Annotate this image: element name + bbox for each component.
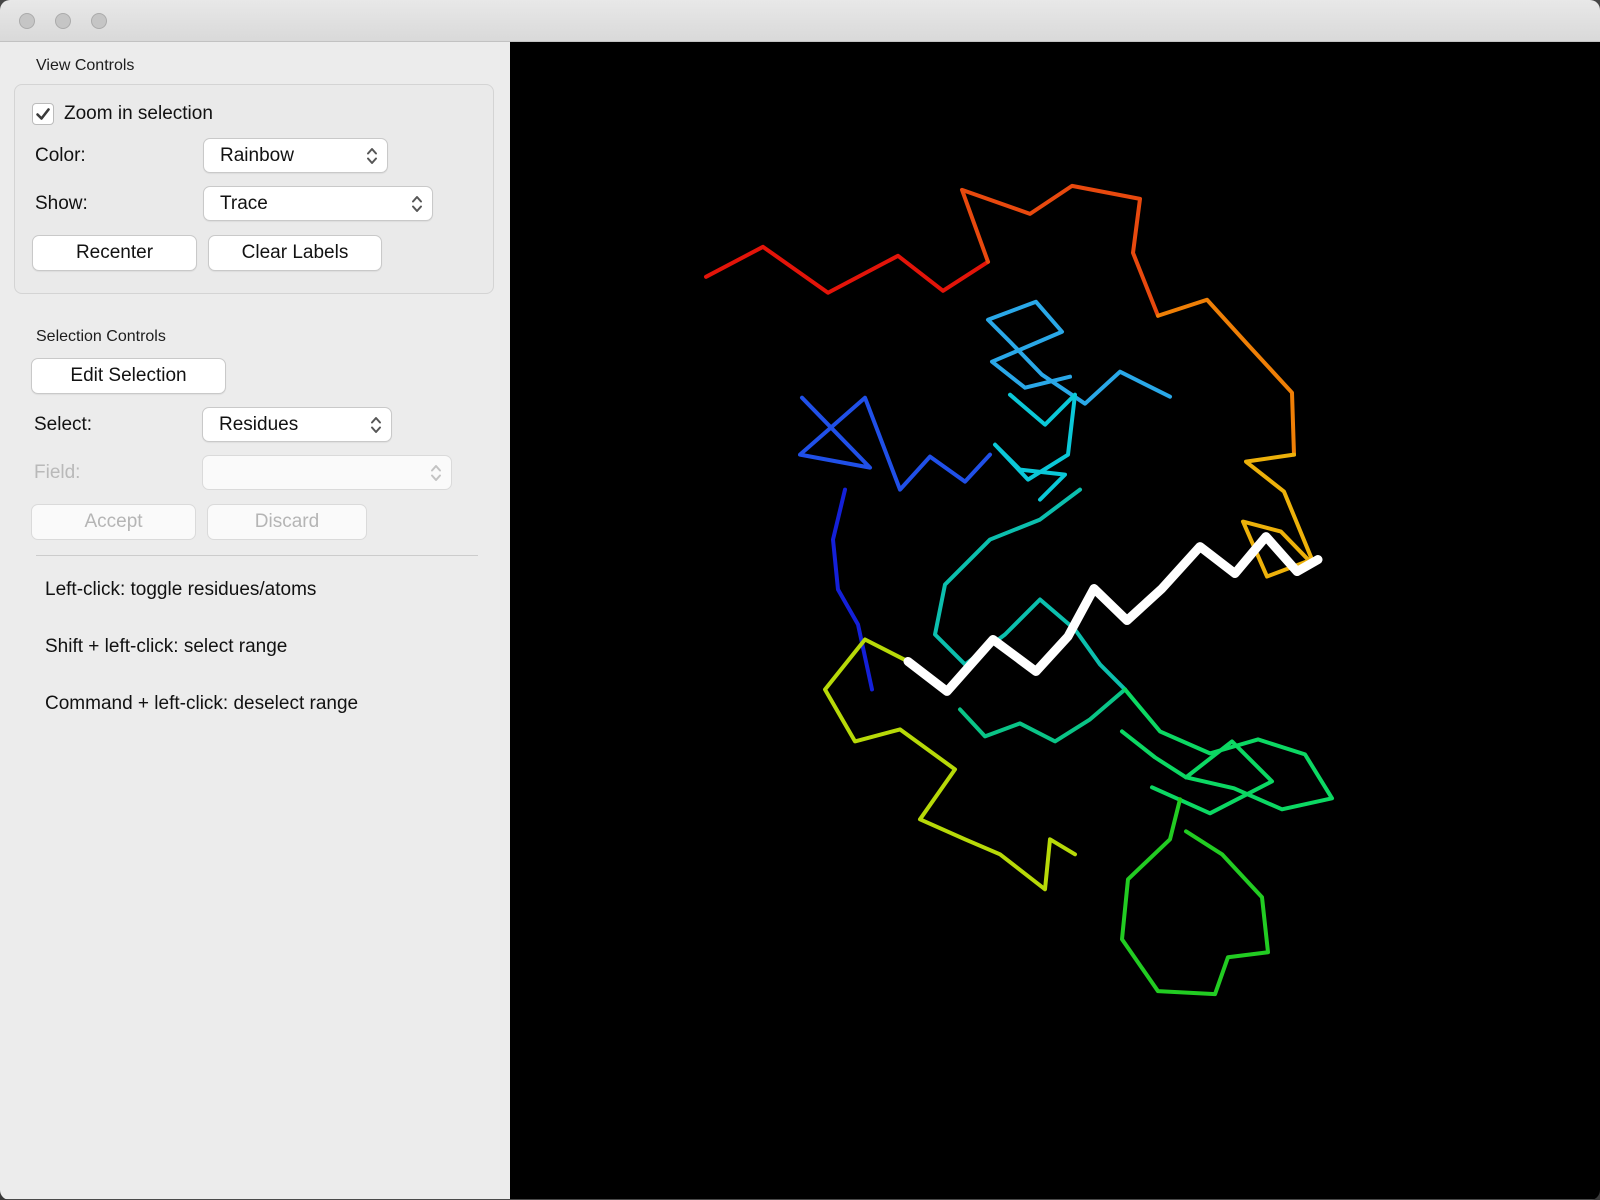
select-label: Select: [34, 413, 93, 435]
select-dropdown-value: Residues [219, 413, 299, 435]
trace-segment-blue [798, 395, 992, 492]
close-button[interactable] [19, 12, 35, 29]
help-line-left-click: Left-click: toggle residues/atoms [45, 579, 317, 600]
divider [36, 555, 478, 556]
zoom-button[interactable] [91, 12, 107, 29]
app-window: View Controls Zoom in selection Color: R… [0, 0, 1600, 1200]
titlebar [0, 0, 1600, 42]
trace-segment-dark-blue [831, 487, 874, 692]
chevron-updown-icon [367, 147, 377, 164]
help-line-shift-click: Shift + left-click: select range [45, 636, 288, 657]
molecule-viewport[interactable] [510, 42, 1600, 1199]
accept-button[interactable]: Accept [31, 504, 196, 540]
show-label: Show: [35, 192, 88, 214]
view-controls-title: View Controls [36, 57, 135, 74]
trace-segment-chartreuse [823, 637, 1077, 892]
color-dropdown[interactable]: Rainbow [203, 138, 388, 173]
chevron-updown-icon [371, 416, 381, 433]
field-label: Field: [34, 461, 81, 483]
trace-segment-orange-red [960, 183, 1160, 318]
chevron-updown-icon [412, 195, 422, 212]
zoom-in-selection-checkbox[interactable] [32, 103, 54, 125]
field-dropdown[interactable] [202, 455, 452, 490]
chevron-updown-icon [431, 464, 441, 481]
recenter-button[interactable]: Recenter [32, 235, 197, 271]
protein-trace [704, 183, 1334, 997]
zoom-in-selection-checkbox-row[interactable]: Zoom in selection [32, 103, 479, 125]
show-dropdown-value: Trace [220, 192, 268, 214]
edit-selection-button[interactable]: Edit Selection [31, 358, 226, 394]
view-controls-group: Zoom in selection Color: Rainbow Show: T… [14, 84, 494, 294]
trace-segment-green [1120, 797, 1270, 997]
trace-segment-sky-blue [986, 299, 1172, 406]
selection-controls-group: Edit Selection Select: Residues Field: A… [31, 355, 494, 540]
color-label: Color: [35, 144, 86, 166]
help-line-command-click: Command + left-click: deselect range [45, 693, 359, 714]
minimize-button[interactable] [55, 12, 71, 29]
trace-segment-red [704, 244, 990, 295]
checkmark-icon [36, 108, 50, 120]
color-dropdown-value: Rainbow [220, 144, 294, 166]
show-dropdown[interactable]: Trace [203, 186, 433, 221]
select-dropdown[interactable]: Residues [202, 407, 392, 442]
discard-button[interactable]: Discard [207, 504, 367, 540]
trace-segment-sea-green [958, 687, 1127, 744]
trace-segment-cyan [993, 392, 1077, 502]
clear-labels-button[interactable]: Clear Labels [208, 235, 382, 271]
zoom-in-selection-label: Zoom in selection [64, 103, 213, 124]
trace-segment-spring-green [1120, 687, 1334, 812]
sidebar: View Controls Zoom in selection Color: R… [0, 42, 510, 1199]
selection-controls-title: Selection Controls [36, 328, 166, 345]
trace-segment-orange [1156, 297, 1296, 457]
